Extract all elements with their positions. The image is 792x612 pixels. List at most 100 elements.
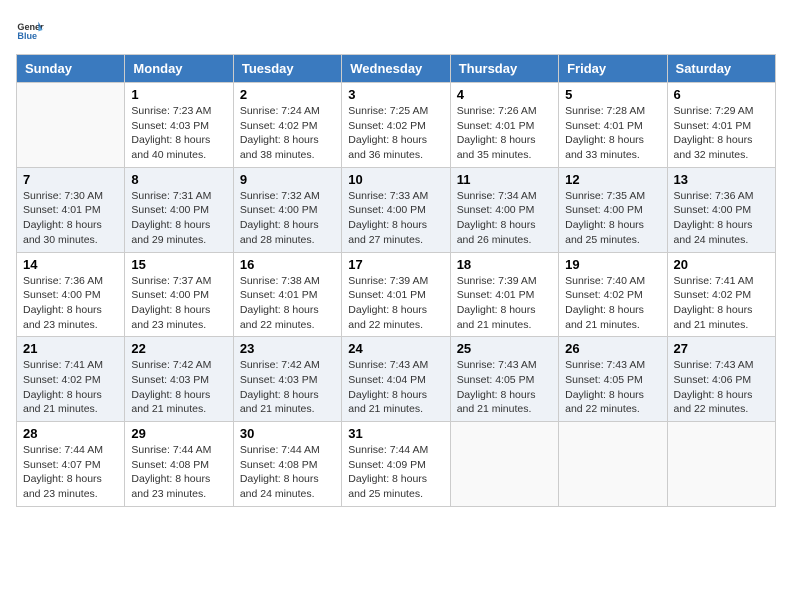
calendar-week-row: 7Sunrise: 7:30 AM Sunset: 4:01 PM Daylig… xyxy=(17,167,776,252)
day-number: 25 xyxy=(457,341,552,356)
day-info: Sunrise: 7:32 AM Sunset: 4:00 PM Dayligh… xyxy=(240,189,335,248)
calendar-cell: 13 Sunrise: 7:36 AM Sunset: 4:00 PM Dayli… xyxy=(667,167,775,252)
day-info: Sunrise: 7:43 AM Sunset: 4:05 PM Dayligh… xyxy=(457,358,552,417)
calendar-cell: 21 Sunrise: 7:41 AM Sunset: 4:02 PM Dayli… xyxy=(17,337,125,422)
day-number: 27 xyxy=(674,341,769,356)
calendar-cell: 26 Sunrise: 7:43 AM Sunset: 4:05 PM Dayli… xyxy=(559,337,667,422)
logo-icon: General Blue xyxy=(16,16,44,44)
day-info: Sunrise: 7:36 AM Sunset: 4:00 PM Dayligh… xyxy=(674,189,769,248)
weekday-header: Tuesday xyxy=(233,55,341,83)
day-number: 17 xyxy=(348,257,443,272)
day-number: 20 xyxy=(674,257,769,272)
calendar-cell: 31 Sunrise: 7:44 AM Sunset: 4:09 PM Dayli… xyxy=(342,422,450,507)
calendar-cell: 12 Sunrise: 7:35 AM Sunset: 4:00 PM Dayli… xyxy=(559,167,667,252)
page-header: General Blue xyxy=(16,16,776,44)
day-number: 23 xyxy=(240,341,335,356)
calendar-cell: 18Sunrise: 7:39 AM Sunset: 4:01 PM Dayli… xyxy=(450,252,558,337)
weekday-header: Saturday xyxy=(667,55,775,83)
day-number: 6 xyxy=(674,87,769,102)
calendar-cell: 14Sunrise: 7:36 AM Sunset: 4:00 PM Dayli… xyxy=(17,252,125,337)
day-info: Sunrise: 7:26 AM Sunset: 4:01 PM Dayligh… xyxy=(457,104,552,163)
calendar-cell xyxy=(17,83,125,168)
day-info: Sunrise: 7:41 AM Sunset: 4:02 PM Dayligh… xyxy=(23,358,118,417)
day-info: Sunrise: 7:44 AM Sunset: 4:08 PM Dayligh… xyxy=(240,443,335,502)
day-number: 19 xyxy=(565,257,660,272)
calendar-week-row: 21 Sunrise: 7:41 AM Sunset: 4:02 PM Dayli… xyxy=(17,337,776,422)
day-number: 11 xyxy=(457,172,552,187)
calendar-cell: 11 Sunrise: 7:34 AM Sunset: 4:00 PM Dayli… xyxy=(450,167,558,252)
day-info: Sunrise: 7:33 AM Sunset: 4:00 PM Dayligh… xyxy=(348,189,443,248)
day-info: Sunrise: 7:43 AM Sunset: 4:06 PM Dayligh… xyxy=(674,358,769,417)
day-info: Sunrise: 7:24 AM Sunset: 4:02 PM Dayligh… xyxy=(240,104,335,163)
day-info: Sunrise: 7:39 AM Sunset: 4:01 PM Dayligh… xyxy=(348,274,443,333)
day-number: 26 xyxy=(565,341,660,356)
calendar-cell xyxy=(559,422,667,507)
day-info: Sunrise: 7:34 AM Sunset: 4:00 PM Dayligh… xyxy=(457,189,552,248)
weekday-header-row: SundayMondayTuesdayWednesdayThursdayFrid… xyxy=(17,55,776,83)
day-number: 3 xyxy=(348,87,443,102)
day-info: Sunrise: 7:44 AM Sunset: 4:08 PM Dayligh… xyxy=(131,443,226,502)
calendar-cell: 10 Sunrise: 7:33 AM Sunset: 4:00 PM Dayli… xyxy=(342,167,450,252)
calendar-cell xyxy=(450,422,558,507)
day-number: 4 xyxy=(457,87,552,102)
day-number: 12 xyxy=(565,172,660,187)
calendar-cell: 6Sunrise: 7:29 AM Sunset: 4:01 PM Daylig… xyxy=(667,83,775,168)
day-info: Sunrise: 7:42 AM Sunset: 4:03 PM Dayligh… xyxy=(240,358,335,417)
svg-text:Blue: Blue xyxy=(17,31,37,41)
day-number: 28 xyxy=(23,426,118,441)
day-number: 15 xyxy=(131,257,226,272)
calendar-cell: 2 Sunrise: 7:24 AM Sunset: 4:02 PM Daylig… xyxy=(233,83,341,168)
calendar-cell: 3 Sunrise: 7:25 AM Sunset: 4:02 PM Daylig… xyxy=(342,83,450,168)
calendar-week-row: 1Sunrise: 7:23 AM Sunset: 4:03 PM Daylig… xyxy=(17,83,776,168)
day-number: 22 xyxy=(131,341,226,356)
weekday-header: Monday xyxy=(125,55,233,83)
calendar-cell: 9 Sunrise: 7:32 AM Sunset: 4:00 PM Daylig… xyxy=(233,167,341,252)
calendar-cell: 24 Sunrise: 7:43 AM Sunset: 4:04 PM Dayli… xyxy=(342,337,450,422)
calendar-cell: 30 Sunrise: 7:44 AM Sunset: 4:08 PM Dayli… xyxy=(233,422,341,507)
calendar-week-row: 28 Sunrise: 7:44 AM Sunset: 4:07 PM Dayli… xyxy=(17,422,776,507)
weekday-header: Friday xyxy=(559,55,667,83)
day-number: 16 xyxy=(240,257,335,272)
day-info: Sunrise: 7:36 AM Sunset: 4:00 PM Dayligh… xyxy=(23,274,118,333)
calendar-cell: 15 Sunrise: 7:37 AM Sunset: 4:00 PM Dayli… xyxy=(125,252,233,337)
calendar-cell: 22Sunrise: 7:42 AM Sunset: 4:03 PM Dayli… xyxy=(125,337,233,422)
day-number: 29 xyxy=(131,426,226,441)
day-number: 30 xyxy=(240,426,335,441)
day-number: 10 xyxy=(348,172,443,187)
calendar-cell: 20 Sunrise: 7:41 AM Sunset: 4:02 PM Dayli… xyxy=(667,252,775,337)
weekday-header: Thursday xyxy=(450,55,558,83)
day-info: Sunrise: 7:43 AM Sunset: 4:05 PM Dayligh… xyxy=(565,358,660,417)
calendar-cell: 17 Sunrise: 7:39 AM Sunset: 4:01 PM Dayli… xyxy=(342,252,450,337)
day-info: Sunrise: 7:41 AM Sunset: 4:02 PM Dayligh… xyxy=(674,274,769,333)
calendar-cell: 5 Sunrise: 7:28 AM Sunset: 4:01 PM Daylig… xyxy=(559,83,667,168)
weekday-header: Sunday xyxy=(17,55,125,83)
day-info: Sunrise: 7:30 AM Sunset: 4:01 PM Dayligh… xyxy=(23,189,118,248)
day-info: Sunrise: 7:43 AM Sunset: 4:04 PM Dayligh… xyxy=(348,358,443,417)
weekday-header: Wednesday xyxy=(342,55,450,83)
day-number: 21 xyxy=(23,341,118,356)
day-info: Sunrise: 7:25 AM Sunset: 4:02 PM Dayligh… xyxy=(348,104,443,163)
calendar-cell: 27 Sunrise: 7:43 AM Sunset: 4:06 PM Dayli… xyxy=(667,337,775,422)
day-info: Sunrise: 7:23 AM Sunset: 4:03 PM Dayligh… xyxy=(131,104,226,163)
day-number: 5 xyxy=(565,87,660,102)
calendar-cell: 16 Sunrise: 7:38 AM Sunset: 4:01 PM Dayli… xyxy=(233,252,341,337)
day-number: 9 xyxy=(240,172,335,187)
day-info: Sunrise: 7:35 AM Sunset: 4:00 PM Dayligh… xyxy=(565,189,660,248)
calendar-week-row: 14Sunrise: 7:36 AM Sunset: 4:00 PM Dayli… xyxy=(17,252,776,337)
calendar-cell: 23 Sunrise: 7:42 AM Sunset: 4:03 PM Dayli… xyxy=(233,337,341,422)
day-info: Sunrise: 7:44 AM Sunset: 4:07 PM Dayligh… xyxy=(23,443,118,502)
day-number: 24 xyxy=(348,341,443,356)
day-info: Sunrise: 7:38 AM Sunset: 4:01 PM Dayligh… xyxy=(240,274,335,333)
calendar-cell: 25 Sunrise: 7:43 AM Sunset: 4:05 PM Dayli… xyxy=(450,337,558,422)
logo: General Blue xyxy=(16,16,44,44)
calendar-cell: 8Sunrise: 7:31 AM Sunset: 4:00 PM Daylig… xyxy=(125,167,233,252)
calendar-cell: 28 Sunrise: 7:44 AM Sunset: 4:07 PM Dayli… xyxy=(17,422,125,507)
day-info: Sunrise: 7:37 AM Sunset: 4:00 PM Dayligh… xyxy=(131,274,226,333)
calendar-cell: 4 Sunrise: 7:26 AM Sunset: 4:01 PM Daylig… xyxy=(450,83,558,168)
day-info: Sunrise: 7:28 AM Sunset: 4:01 PM Dayligh… xyxy=(565,104,660,163)
day-number: 18 xyxy=(457,257,552,272)
day-number: 31 xyxy=(348,426,443,441)
day-info: Sunrise: 7:44 AM Sunset: 4:09 PM Dayligh… xyxy=(348,443,443,502)
day-number: 2 xyxy=(240,87,335,102)
day-number: 13 xyxy=(674,172,769,187)
